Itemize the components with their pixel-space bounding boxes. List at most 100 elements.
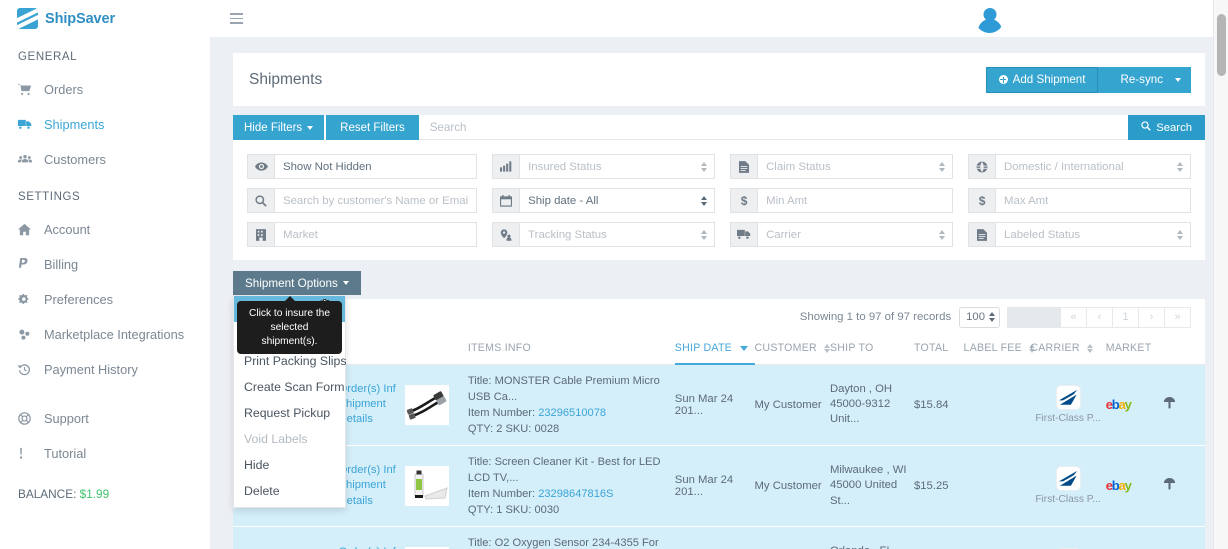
per-page-selector[interactable]: 100 [959, 306, 1000, 328]
menu-item-delete[interactable]: Delete [234, 478, 345, 504]
filter-insured-status[interactable]: Insured Status [492, 154, 716, 179]
filter-carrier[interactable]: Carrier [730, 222, 954, 247]
pagination-prev[interactable]: ‹ [1087, 306, 1113, 328]
spinner-icon[interactable] [1176, 161, 1183, 172]
filter-tracking-status[interactable]: Tracking Status [492, 222, 716, 247]
filter-claim-status-value[interactable]: Claim Status [757, 154, 954, 179]
filter-market[interactable]: Market [247, 222, 478, 247]
menu-item-hide[interactable]: Hide [234, 452, 345, 478]
file-text-icon [968, 222, 996, 247]
sidebar-item-preferences[interactable]: Preferences [0, 282, 210, 317]
col-carrier[interactable]: CARRIER [1030, 335, 1106, 365]
spinner-icon[interactable] [701, 229, 708, 240]
pagination-next[interactable]: › [1139, 306, 1165, 328]
filter-min-amount-value[interactable]: Min Amt [757, 188, 954, 213]
col-ship-date[interactable]: SHIP DATE [674, 335, 755, 365]
sidebar-item-account[interactable]: Account [0, 212, 210, 247]
sidebar-item-payment-history[interactable]: Payment History [0, 352, 210, 387]
shipment-link[interactable]: Shipment [339, 397, 406, 412]
spinner-icon[interactable] [1176, 229, 1183, 240]
spinner-icon[interactable] [989, 312, 995, 322]
search-input[interactable] [418, 115, 1129, 139]
filter-labeled-status[interactable]: Labeled Status [968, 222, 1191, 247]
brand-logo[interactable]: ShipSaver [0, 0, 210, 37]
menu-item-create-scan-form[interactable]: Create Scan Form [234, 374, 345, 400]
details-link[interactable]: Details [339, 412, 406, 427]
col-label-fee[interactable]: LABEL FEE [963, 335, 1036, 365]
order-info-link[interactable]: Order(s) Inf [339, 545, 406, 549]
row-order-links-cell[interactable]: Order(s) Inf Shipment Details [338, 526, 406, 549]
filter-domestic-international-value[interactable]: Domestic / International [995, 154, 1191, 179]
shipment-options-button[interactable]: Shipment Options [233, 271, 361, 295]
order-info-link[interactable]: Order(s) Inf [339, 382, 406, 397]
sidebar-item-billing[interactable]: Billing [0, 247, 210, 282]
history-icon [18, 363, 44, 376]
scrollbar-thumb[interactable] [1217, 14, 1226, 76]
item-number-value[interactable]: 23298647816S [538, 488, 613, 500]
col-items-info: ITEMS INFO [467, 335, 675, 365]
page-scrollbar[interactable] [1213, 0, 1228, 549]
resync-button[interactable]: Re-sync [1098, 66, 1191, 93]
table-row[interactable]: 94001096999... In Transit Order(s) Inf S… [233, 526, 1205, 549]
filter-customer-search-value[interactable]: Search by customer's Name or Emai [274, 188, 478, 213]
shipment-options-row: Shipment Options Insure Print Labels P [233, 271, 1205, 508]
pagination-page-1[interactable]: 1 [1113, 306, 1139, 328]
sort-icon[interactable] [1086, 343, 1093, 354]
filter-carrier-value[interactable]: Carrier [757, 222, 954, 247]
pagination-last[interactable]: » [1165, 306, 1191, 328]
shipment-link[interactable]: Shipment [339, 478, 406, 493]
col-customer-label: CUSTOMER [754, 342, 817, 355]
row-order-links-cell[interactable]: Order(s) Inf Shipment Details [338, 364, 406, 446]
spinner-icon[interactable] [939, 229, 946, 240]
filter-domestic-international[interactable]: Domestic / International [968, 154, 1191, 179]
row-items-info-cell: Title: O2 Oxygen Sensor 234-4355 For Hon… [467, 526, 675, 549]
details-link[interactable]: Details [339, 494, 406, 509]
user-avatar-icon[interactable] [973, 2, 1006, 35]
filter-tracking-status-value[interactable]: Tracking Status [519, 222, 716, 247]
row-select-cell[interactable] [233, 526, 255, 549]
order-info-link[interactable]: Order(s) Inf [339, 463, 406, 478]
sidebar-item-tutorial[interactable]: Tutorial [0, 436, 210, 471]
filter-ship-date[interactable]: Ship date - All [492, 188, 716, 213]
filter-insured-status-value[interactable]: Insured Status [519, 154, 716, 179]
table-row[interactable]: Order(s) Inf Shipment Details [233, 445, 1205, 528]
sidebar-item-marketplace-integrations[interactable]: Marketplace Integrations [0, 317, 210, 352]
add-shipment-button[interactable]: Add Shipment [985, 66, 1099, 93]
pagination-first[interactable]: « [1061, 306, 1087, 328]
sort-desc-icon[interactable] [740, 345, 749, 351]
search-button[interactable]: Search [1128, 115, 1205, 140]
ship-to-line-2: 45000-9312 Unit... [829, 398, 891, 426]
spinner-icon[interactable] [939, 161, 946, 172]
row-order-links-cell[interactable]: Order(s) Inf Shipment Details [338, 445, 406, 528]
menu-item-request-pickup[interactable]: Request Pickup [234, 400, 345, 426]
cart-icon [18, 83, 44, 96]
col-market: MARKET [1105, 335, 1162, 365]
sidebar-item-orders[interactable]: Orders [0, 72, 210, 107]
col-customer[interactable]: CUSTOMER [754, 335, 831, 365]
filter-min-amount[interactable]: $ Min Amt [730, 188, 954, 213]
filter-hidden-status-value[interactable]: Show Not Hidden [274, 154, 478, 179]
hamburger-menu-icon[interactable] [230, 13, 243, 24]
reset-filters-button[interactable]: Reset Filters [326, 115, 419, 140]
filter-ship-date-value[interactable]: Ship date - All [519, 188, 716, 213]
chevron-down-icon [1175, 77, 1181, 82]
table-row[interactable]: Order(s) Inf Shipment Details [233, 364, 1205, 446]
hide-filters-button[interactable]: Hide Filters [233, 115, 325, 140]
filter-max-amount[interactable]: $ Max Amt [968, 188, 1191, 213]
filter-max-amount-value[interactable]: Max Amt [995, 188, 1191, 213]
sidebar-item-customers[interactable]: Customers [0, 142, 210, 177]
row-carrier-cell: First-Class P... [1030, 445, 1106, 528]
filter-market-value[interactable]: Market [274, 222, 478, 247]
filter-fields-grid: Show Not Hidden Insured Status Claim Sta… [233, 140, 1205, 247]
spinner-icon[interactable] [701, 161, 708, 172]
filter-hidden-status[interactable]: Show Not Hidden [247, 154, 478, 179]
item-number-value[interactable]: 23296510078 [538, 407, 606, 419]
filter-claim-status[interactable]: Claim Status [730, 154, 954, 179]
calendar-icon [492, 188, 520, 213]
sidebar-item-support[interactable]: Support [0, 401, 210, 436]
gears-icon [18, 293, 44, 306]
filter-customer-search[interactable]: Search by customer's Name or Emai [247, 188, 478, 213]
sidebar-item-shipments[interactable]: Shipments [0, 107, 210, 142]
spinner-icon[interactable] [701, 195, 708, 206]
filter-labeled-status-value[interactable]: Labeled Status [995, 222, 1191, 247]
